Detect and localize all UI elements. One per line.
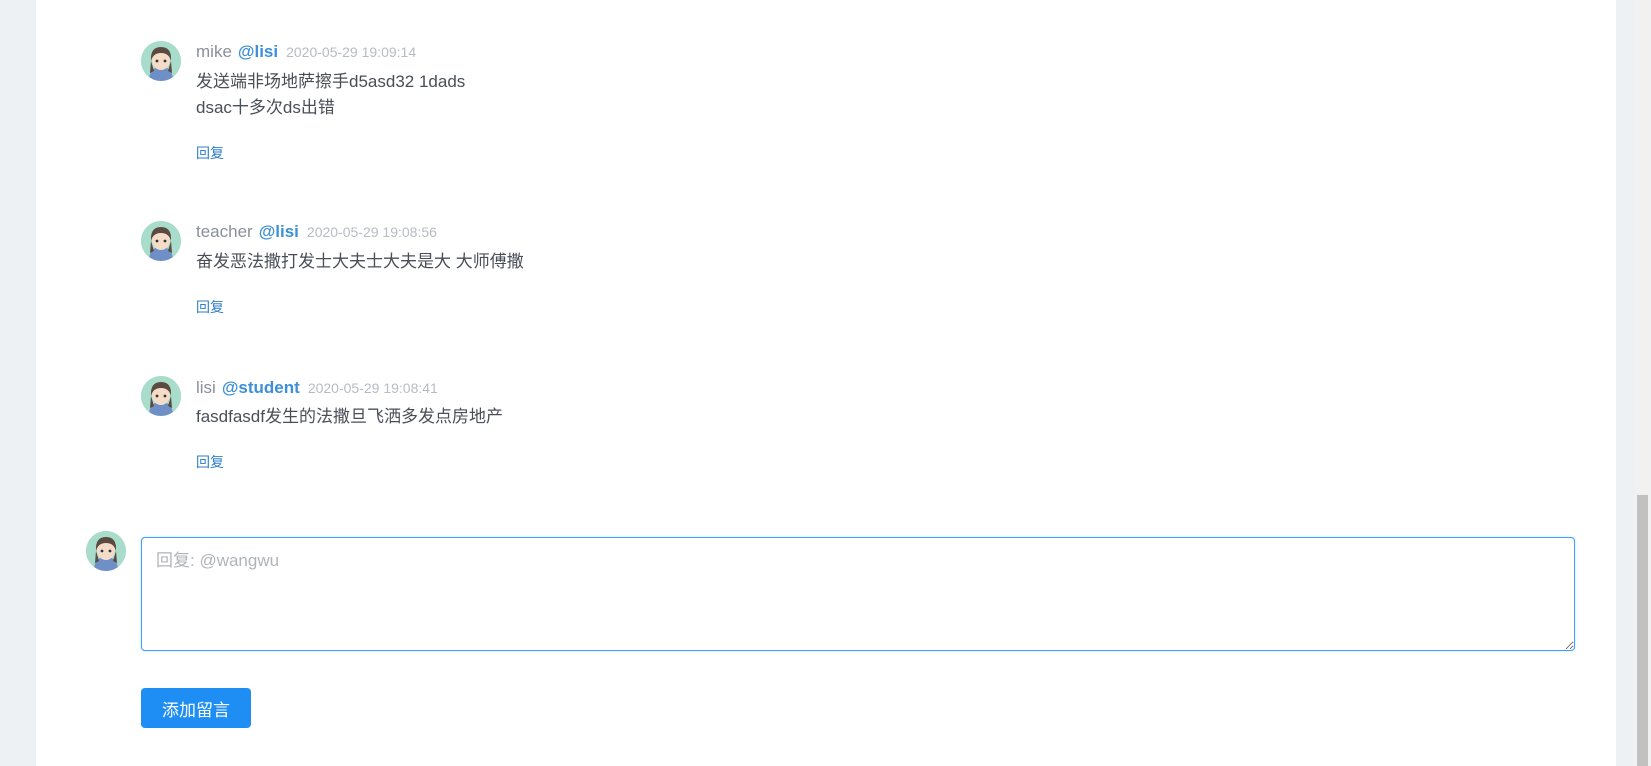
- reply-link[interactable]: 回复: [196, 143, 224, 163]
- comment-time: 2020-05-29 19:08:41: [307, 380, 438, 396]
- reply-link[interactable]: 回复: [196, 297, 224, 317]
- comment-meta: mike @lisi 2020-05-29 19:09:14: [196, 41, 416, 63]
- comment-author: teacher: [196, 222, 253, 241]
- comment-meta: teacher @lisi 2020-05-29 19:08:56: [196, 221, 437, 243]
- add-comment-button[interactable]: 添加留言: [141, 688, 251, 728]
- comment-mention[interactable]: @student: [222, 378, 300, 397]
- reply-link[interactable]: 回复: [196, 452, 224, 472]
- avatar-icon: [141, 221, 181, 261]
- comment-meta: lisi @student 2020-05-29 19:08:41: [196, 377, 438, 399]
- avatar-icon: [141, 41, 181, 81]
- comment-author: mike: [196, 42, 232, 61]
- comment-author: lisi: [196, 378, 216, 397]
- comment-time: 2020-05-29 19:09:14: [286, 44, 417, 60]
- reply-textarea[interactable]: [141, 537, 1575, 651]
- comment-mention[interactable]: @lisi: [259, 222, 299, 241]
- comment-content: 发送端非场地萨擦手d5asd32 1dads dsac十多次ds出错: [196, 72, 466, 117]
- comment-content: fasdfasdf发生的法撒旦飞洒多发点房地产: [196, 407, 503, 426]
- avatar-icon: [141, 376, 181, 416]
- comment-content: 奋发恶法撒打发士大夫士大夫是大 大师傅撒: [196, 252, 524, 271]
- scrollbar-thumb[interactable]: [1637, 495, 1648, 766]
- comment-mention[interactable]: @lisi: [238, 42, 278, 61]
- comment-time: 2020-05-29 19:08:56: [306, 224, 437, 240]
- current-user-avatar-icon: [86, 531, 126, 571]
- scrollbar[interactable]: [1634, 0, 1651, 766]
